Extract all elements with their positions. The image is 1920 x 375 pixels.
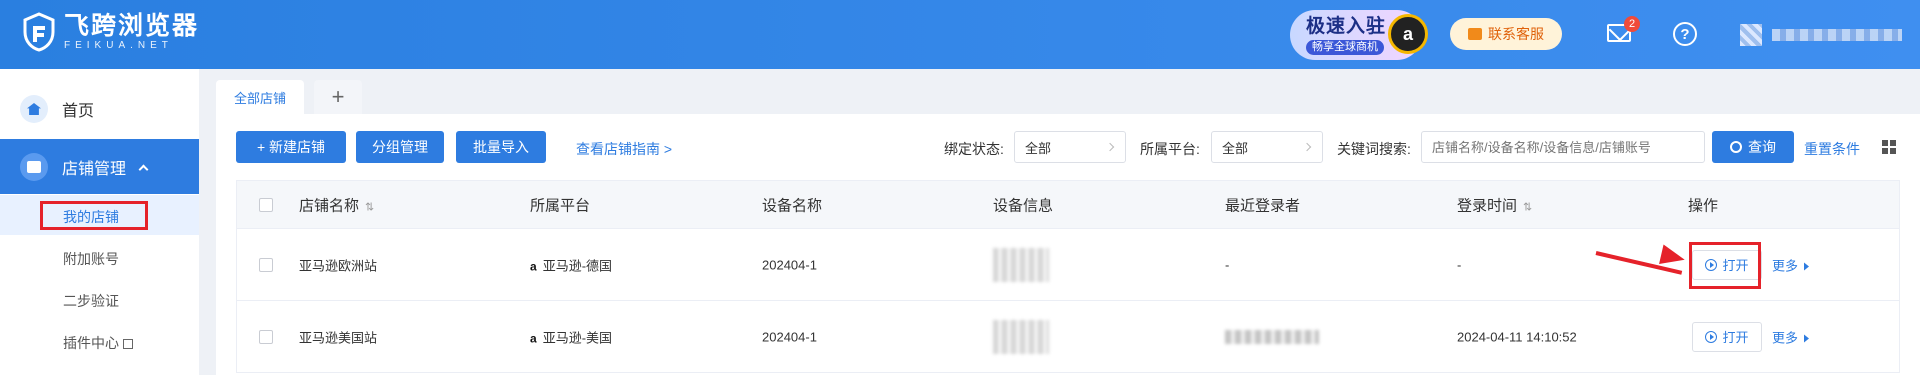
sidebar: 首页 店铺管理 我的店铺 附加账号 二步验证 插件中心 — [0, 69, 199, 375]
query-label: 查询 — [1748, 139, 1776, 155]
amazon-icon: a — [530, 259, 537, 273]
select-all-checkbox[interactable] — [259, 197, 273, 212]
promo-banner[interactable]: 极速入驻 畅享全球商机 a — [1290, 10, 1428, 60]
shop-table: 店铺名称 ⇅ 所属平台 设备名称 设备信息 最近登录者 登录时间 ⇅ 操作 亚马逊欧… — [236, 180, 1900, 373]
bind-status-select[interactable]: 全部 — [1014, 131, 1126, 163]
sidebar-item-shop-management[interactable]: 店铺管理 — [0, 139, 199, 194]
store-icon — [20, 152, 48, 181]
sidebar-item-plugins[interactable]: 插件中心 — [63, 333, 133, 353]
amazon-icon: a — [1388, 14, 1428, 54]
amazon-icon: a — [530, 331, 537, 345]
chevron-right-icon — [1302, 142, 1312, 152]
device-name: 202404-1 — [762, 329, 817, 344]
login-time: 2024-04-11 14:10:52 — [1457, 329, 1577, 344]
chevron-right-icon — [1105, 142, 1115, 152]
platform-cell: a 亚马逊-美国 — [530, 330, 613, 345]
row-checkbox[interactable] — [259, 329, 273, 344]
platform-cell: a 亚马逊-德国 — [530, 258, 613, 273]
tab-all-shops[interactable]: 全部店铺 — [216, 80, 305, 114]
avatar — [1740, 24, 1762, 46]
grid-view-icon[interactable] — [1882, 140, 1896, 154]
login-time: - — [1457, 257, 1462, 272]
last-login-user: - — [1225, 257, 1230, 272]
platform-select[interactable]: 全部 — [1211, 131, 1323, 163]
device-name: 202404-1 — [762, 257, 817, 272]
sort-icon[interactable]: ⇅ — [1523, 201, 1532, 213]
contact-label: 联系客服 — [1488, 26, 1544, 42]
table-row: 亚马逊美国站 a 亚马逊-美国 202404-1 2024-04-11 14:10… — [236, 301, 1900, 373]
bind-status-label: 绑定状态: — [944, 141, 1004, 157]
open-button[interactable]: 打开 — [1692, 321, 1762, 352]
username-blurred — [1772, 29, 1902, 41]
batch-import-button[interactable]: 批量导入 — [456, 131, 546, 163]
help-icon[interactable]: ? — [1673, 22, 1697, 46]
tab-bar: 全部店铺 + — [216, 80, 363, 114]
play-icon — [1705, 330, 1718, 343]
top-bar: 飞跨浏览器 FEIKUA.NET 极速入驻 畅享全球商机 a 联系客服 2 ? — [0, 0, 1920, 69]
column-header-login-time[interactable]: 登录时间 ⇅ — [1457, 194, 1532, 215]
query-button[interactable]: 查询 — [1712, 131, 1794, 163]
shop-name: 亚马逊美国站 — [299, 330, 378, 345]
sidebar-item-label: 插件中心 — [63, 335, 119, 351]
column-header-actions: 操作 — [1688, 197, 1719, 214]
user-menu[interactable] — [1740, 24, 1902, 46]
sidebar-item-label: 店铺管理 — [62, 160, 127, 178]
column-header-device-info: 设备信息 — [993, 197, 1054, 214]
contact-service-button[interactable]: 联系客服 — [1450, 18, 1562, 50]
external-link-icon — [123, 339, 133, 349]
annotation-highlight-box — [1689, 242, 1761, 289]
shop-name: 亚马逊欧洲站 — [299, 258, 378, 273]
shop-guide-link[interactable]: 查看店铺指南 > — [576, 139, 672, 159]
new-shop-button[interactable]: + 新建店铺 — [236, 131, 346, 163]
reset-filters-link[interactable]: 重置条件 — [1804, 139, 1860, 159]
keyword-label: 关键词搜索: — [1337, 141, 1411, 157]
last-login-user-blurred — [1225, 329, 1319, 344]
group-manage-button[interactable]: 分组管理 — [356, 131, 444, 163]
logo-shield-icon — [22, 12, 56, 52]
platform-label: 所属平台: — [1140, 141, 1200, 157]
sidebar-item-two-step[interactable]: 二步验证 — [63, 291, 119, 311]
sort-icon[interactable]: ⇅ — [365, 201, 374, 213]
sidebar-item-home[interactable]: 首页 — [0, 89, 199, 129]
search-icon — [1730, 141, 1742, 153]
sidebar-item-extra-accounts[interactable]: 附加账号 — [63, 249, 119, 269]
sidebar-item-label: 首页 — [62, 103, 95, 120]
device-info-blurred — [993, 319, 1049, 354]
promo-subtitle: 畅享全球商机 — [1306, 39, 1384, 55]
column-header-last-user: 最近登录者 — [1225, 197, 1301, 214]
chat-icon — [1468, 28, 1482, 40]
notification-badge: 2 — [1624, 16, 1640, 32]
annotation-highlight-box — [40, 201, 148, 230]
more-menu[interactable]: 更多 — [1772, 255, 1809, 274]
row-checkbox[interactable] — [259, 257, 273, 272]
logo-title: 飞跨浏览器 — [64, 12, 200, 40]
home-icon — [20, 95, 48, 123]
add-tab-button[interactable]: + — [314, 80, 363, 114]
device-info-blurred — [993, 247, 1049, 282]
table-header: 店铺名称 ⇅ 所属平台 设备名称 设备信息 最近登录者 登录时间 ⇅ 操作 — [236, 180, 1900, 229]
column-header-platform: 所属平台 — [530, 197, 591, 214]
logo[interactable]: 飞跨浏览器 FEIKUA.NET — [22, 12, 199, 52]
column-header-device-name: 设备名称 — [762, 197, 823, 214]
logo-subtitle: FEIKUA.NET — [64, 40, 173, 51]
more-menu[interactable]: 更多 — [1772, 327, 1809, 346]
platform-value: 全部 — [1222, 140, 1249, 156]
bind-status-value: 全部 — [1025, 140, 1052, 156]
keyword-search-input[interactable] — [1421, 131, 1705, 163]
chevron-up-icon — [138, 164, 149, 174]
column-header-shop-name[interactable]: 店铺名称 ⇅ — [299, 194, 374, 215]
